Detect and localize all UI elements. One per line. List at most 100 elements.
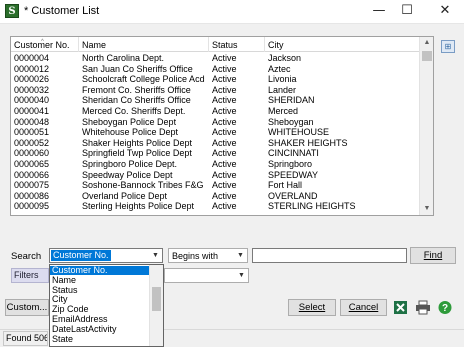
table-cell: Merced Co. Sheriffs Dept.	[82, 106, 186, 116]
table-cell: STERLING HEIGHTS	[268, 201, 356, 212]
table-cell: OVERLAND	[268, 190, 318, 201]
table-cell: Active	[212, 106, 237, 116]
table-cell: Sterling Heights Police Dept	[82, 201, 195, 212]
table-cell: Active	[212, 74, 237, 85]
help-icon[interactable]: ?	[437, 300, 453, 315]
dropdown-scrollbar[interactable]	[149, 265, 163, 346]
table-cell: CINCINNATI	[268, 148, 319, 159]
maximize-button[interactable]: ☐	[390, 0, 424, 24]
table-row[interactable]: 0000060 Springfield Twp Police Dept Active…	[11, 148, 421, 158]
chevron-down-icon[interactable]: ▼	[235, 269, 248, 282]
customer-grid[interactable]: ^ Customer No. Name Status City 0000004 N…	[10, 36, 434, 216]
table-cell: Sheboygan	[268, 116, 314, 127]
printer-icon[interactable]	[415, 300, 431, 315]
table-cell: Soshone-Bannock Tribes F&G	[82, 180, 204, 191]
dropdown-scrollbar-thumb[interactable]	[152, 287, 161, 311]
table-cell: 0000051	[14, 127, 50, 138]
table-row[interactable]: 0000075 Soshone-Bannock Tribes F&G Active F…	[11, 180, 421, 190]
table-cell: Fremont Co. Sheriffs Office	[82, 84, 191, 95]
find-button[interactable]: Find	[410, 247, 456, 264]
custom-button[interactable]: Custom...	[5, 299, 49, 316]
table-row[interactable]: 0000041 Merced Co. Sheriffs Dept. Active Me…	[11, 106, 421, 116]
dropdown-option[interactable]: Name	[50, 275, 150, 285]
dropdown-option[interactable]: DateLastActivity	[50, 324, 150, 334]
column-header-name[interactable]: Name	[79, 37, 209, 52]
table-row[interactable]: 0000066 Speedway Police Dept Active SPEEDWA…	[11, 170, 421, 180]
find-button-label: Find	[423, 250, 443, 261]
table-cell: 0000060	[14, 148, 50, 159]
sort-ascending-icon: ^	[41, 39, 44, 45]
filters-select[interactable]: ▼	[164, 268, 249, 283]
table-cell: Livonia	[268, 74, 297, 85]
table-row[interactable]: 0000026 Schoolcraft College Police Acd Act…	[11, 74, 421, 84]
window-title: * Customer List	[24, 5, 100, 17]
table-cell: Springfield Twp Police Dept	[82, 148, 192, 159]
table-cell: Active	[212, 201, 237, 212]
close-button[interactable]: ✕	[428, 0, 462, 24]
table-cell: Active	[212, 84, 237, 95]
dropdown-option[interactable]: EmailAddress	[50, 315, 150, 324]
table-cell: Active	[212, 137, 237, 148]
table-row[interactable]: 0000004 North Carolina Dept. Active Jackson	[11, 53, 421, 63]
title-bar: S * Customer List — ☐ ✕	[0, 0, 464, 24]
scrollbar-thumb[interactable]	[422, 51, 432, 61]
table-cell: Springboro Police Dept.	[82, 159, 178, 169]
filters-button[interactable]: Filters	[11, 268, 49, 283]
table-cell: 0000095	[14, 201, 50, 212]
scroll-up-arrow-icon[interactable]: ▲	[420, 37, 433, 49]
search-label: Search	[11, 251, 42, 262]
table-cell: Shaker Heights Police Dept	[82, 137, 193, 148]
cancel-button[interactable]: Cancel	[340, 299, 387, 316]
scroll-down-arrow-icon[interactable]: ▼	[420, 203, 433, 215]
dropdown-option[interactable]: Zip Code	[50, 305, 150, 314]
grid-options-icon[interactable]: ⊞	[441, 40, 455, 53]
table-row[interactable]: 0000065 Springboro Police Dept. Active Spri…	[11, 159, 421, 169]
dropdown-option[interactable]: City	[50, 295, 150, 304]
table-row[interactable]: 0000012 San Juan Co Sheriffs Office Active…	[11, 64, 421, 74]
dropdown-option[interactable]: Customer No.	[50, 266, 150, 275]
table-cell: 0000032	[14, 84, 50, 95]
table-cell: Sheridan Co Sheriffs Office	[82, 95, 191, 106]
table-cell: 0000012	[14, 63, 50, 74]
dropdown-option[interactable]: Status	[50, 285, 150, 295]
chevron-down-icon[interactable]: ▼	[234, 249, 247, 262]
excel-export-icon[interactable]	[393, 300, 409, 315]
column-header-status[interactable]: Status	[209, 37, 265, 52]
table-cell: Active	[212, 95, 237, 106]
chevron-down-icon[interactable]: ▼	[149, 249, 162, 262]
table-cell: Active	[212, 180, 237, 191]
table-cell: Merced	[268, 106, 299, 116]
table-cell: Active	[212, 53, 237, 63]
search-field-select[interactable]: Customer No. ▼	[49, 248, 163, 263]
table-cell: Jackson	[268, 53, 302, 63]
column-header-customer-no[interactable]: ^ Customer No.	[11, 37, 79, 52]
table-cell: Active	[212, 63, 237, 74]
table-cell: Sheboygan Police Dept	[82, 116, 177, 127]
table-row[interactable]: 0000032 Fremont Co. Sheriffs Office Active…	[11, 85, 421, 95]
table-cell: 0000048	[14, 116, 50, 127]
table-cell: 0000075	[14, 180, 50, 191]
table-row[interactable]: 0000051 Whitehouse Police Dept Active WHITE…	[11, 127, 421, 137]
table-cell: Active	[212, 190, 237, 201]
cancel-button-label: Cancel	[348, 302, 379, 313]
dropdown-option[interactable]: State	[50, 334, 150, 344]
table-cell: 0000052	[14, 137, 50, 148]
select-button-label: Select	[298, 302, 326, 313]
column-header-city[interactable]: City	[265, 37, 421, 52]
table-row[interactable]: 0000095 Sterling Heights Police Dept Activ…	[11, 201, 421, 211]
table-cell: Active	[212, 169, 237, 180]
grid-header: ^ Customer No. Name Status City	[11, 37, 433, 52]
table-row[interactable]: 0000048 Sheboygan Police Dept Active Sheboy…	[11, 117, 421, 127]
search-input[interactable]	[252, 248, 407, 263]
table-row[interactable]: 0000052 Shaker Heights Police Dept Active S…	[11, 138, 421, 148]
search-operator-select[interactable]: Begins with ▼	[168, 248, 248, 263]
grid-vertical-scrollbar[interactable]: ▲ ▼	[419, 37, 433, 215]
table-cell: San Juan Co Sheriffs Office	[82, 63, 193, 74]
table-row[interactable]: 0000040 Sheridan Co Sheriffs Office Active…	[11, 95, 421, 105]
table-cell: SHERIDAN	[268, 95, 315, 106]
table-row[interactable]: 0000086 Overland Police Dept Active OVERLAN…	[11, 191, 421, 201]
select-button[interactable]: Select	[288, 299, 336, 316]
sage-s-icon: S	[5, 4, 19, 18]
table-cell: 0000026	[14, 74, 50, 85]
search-field-dropdown-list[interactable]: Customer No. Name Status City Zip Code EmailA…	[49, 264, 164, 347]
